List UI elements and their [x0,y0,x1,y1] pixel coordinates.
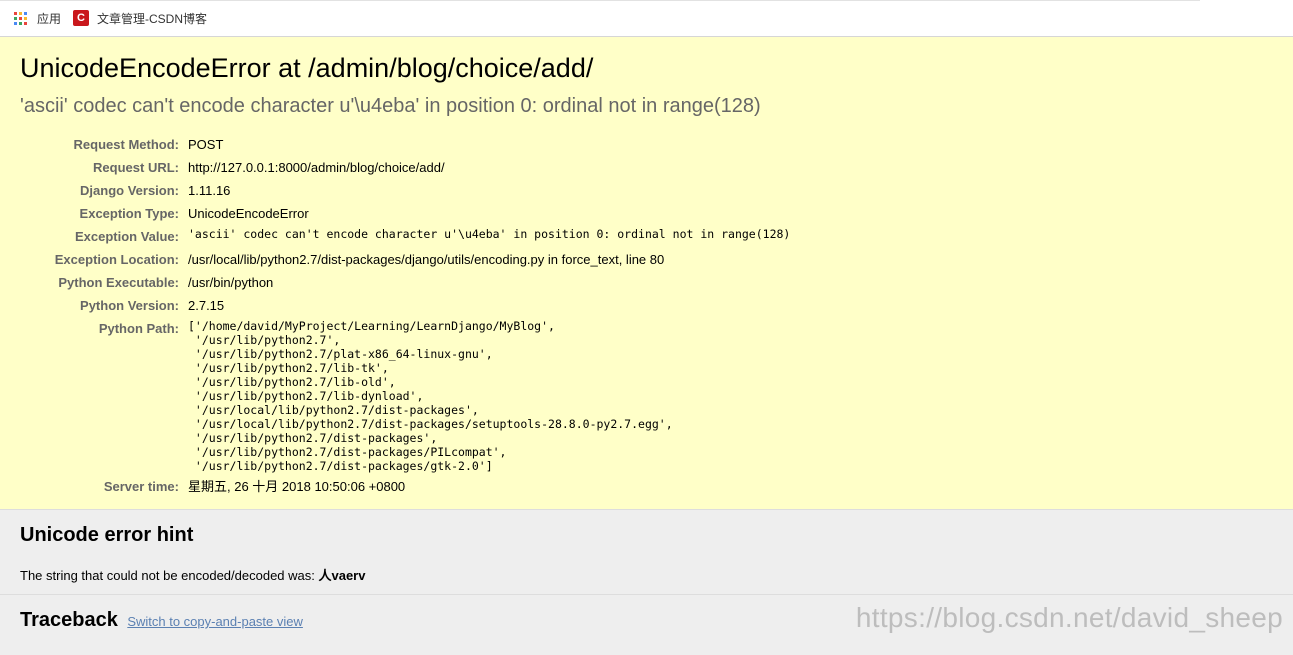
bookmark-apps[interactable]: 应用 [14,10,61,27]
meta-value: 1.11.16 [188,183,231,198]
meta-label: Python Version: [80,298,179,313]
meta-value: /usr/local/lib/python2.7/dist-packages/d… [188,252,665,267]
traceback-heading: Traceback [20,609,118,631]
meta-row-python-executable: Python Executable: /usr/bin/python [20,271,790,294]
meta-label: Exception Type: [79,206,179,221]
bookmark-apps-label: 应用 [37,11,62,26]
meta-row-python-path: Python Path: ['/home/david/MyProject/Lea… [20,317,790,475]
meta-label: Request Method: [73,137,179,152]
unicode-hint-heading: Unicode error hint [20,524,194,546]
meta-label: Django Version: [80,183,179,198]
meta-value: /usr/bin/python [188,275,274,290]
meta-row-exception-type: Exception Type: UnicodeEncodeError [20,202,790,225]
meta-label: Exception Value: [74,229,179,244]
meta-label: Request URL: [93,160,179,175]
meta-value: http://127.0.0.1:8000/admin/blog/choice/… [188,160,445,175]
unicode-hint-text: The string that could not be encoded/dec… [20,565,1273,584]
meta-row-django-version: Django Version: 1.11.16 [20,179,790,202]
bookmarks-bar: 应用 C 文章管理-CSDN博客 [0,0,1293,37]
meta-row-request-method: Request Method: POST [20,133,790,156]
unicode-hint-section: Unicode error hint The string that could… [0,510,1293,595]
unicode-hint-string: 人vaerv [318,568,366,583]
meta-row-python-version: Python Version: 2.7.15 [20,294,790,317]
error-title: UnicodeEncodeError at /admin/blog/choice… [20,53,594,83]
error-summary: UnicodeEncodeError at /admin/blog/choice… [0,37,1293,510]
meta-row-server-time: Server time: 星期五, 26 十月 2018 10:50:06 +0… [20,475,790,498]
bookmark-csdn[interactable]: C 文章管理-CSDN博客 [73,10,207,27]
meta-value: UnicodeEncodeError [188,206,309,221]
meta-value: POST [188,137,224,152]
request-meta-table: Request Method: POST Request URL: http:/… [20,133,791,498]
csdn-logo-icon: C [73,10,90,26]
meta-label: Exception Location: [54,252,179,267]
meta-label: Server time: [103,479,179,494]
unicode-hint-label: The string that could not be encoded/dec… [20,568,319,583]
meta-row-exception-value: Exception Value: 'ascii' codec can't enc… [20,225,790,248]
meta-label: Python Executable: [58,275,179,290]
python-path-text: ['/home/david/MyProject/Learning/LearnDj… [188,319,673,473]
exception-value-text: 'ascii' codec can't encode character u'\… [188,227,791,241]
bookmark-csdn-label: 文章管理-CSDN博客 [97,11,208,26]
watermark: https://blog.csdn.net/david_sheep [855,602,1283,633]
switch-copy-paste-link[interactable]: Switch to copy-and-paste view [127,614,303,629]
meta-value: 2.7.15 [188,298,225,313]
meta-value-cell: 'ascii' codec can't encode character u'\… [188,225,790,248]
meta-label: Python Path: [98,321,179,336]
window-top-line [0,0,1200,1]
meta-value-cell: ['/home/david/MyProject/Learning/LearnDj… [188,317,790,475]
meta-value: 星期五, 26 十月 2018 10:50:06 +0800 [188,479,406,494]
apps-grid-icon [14,11,27,25]
meta-row-exception-location: Exception Location: /usr/local/lib/pytho… [20,248,790,271]
meta-row-request-url: Request URL: http://127.0.0.1:8000/admin… [20,156,790,179]
error-subtitle: 'ascii' codec can't encode character u'\… [20,95,761,117]
